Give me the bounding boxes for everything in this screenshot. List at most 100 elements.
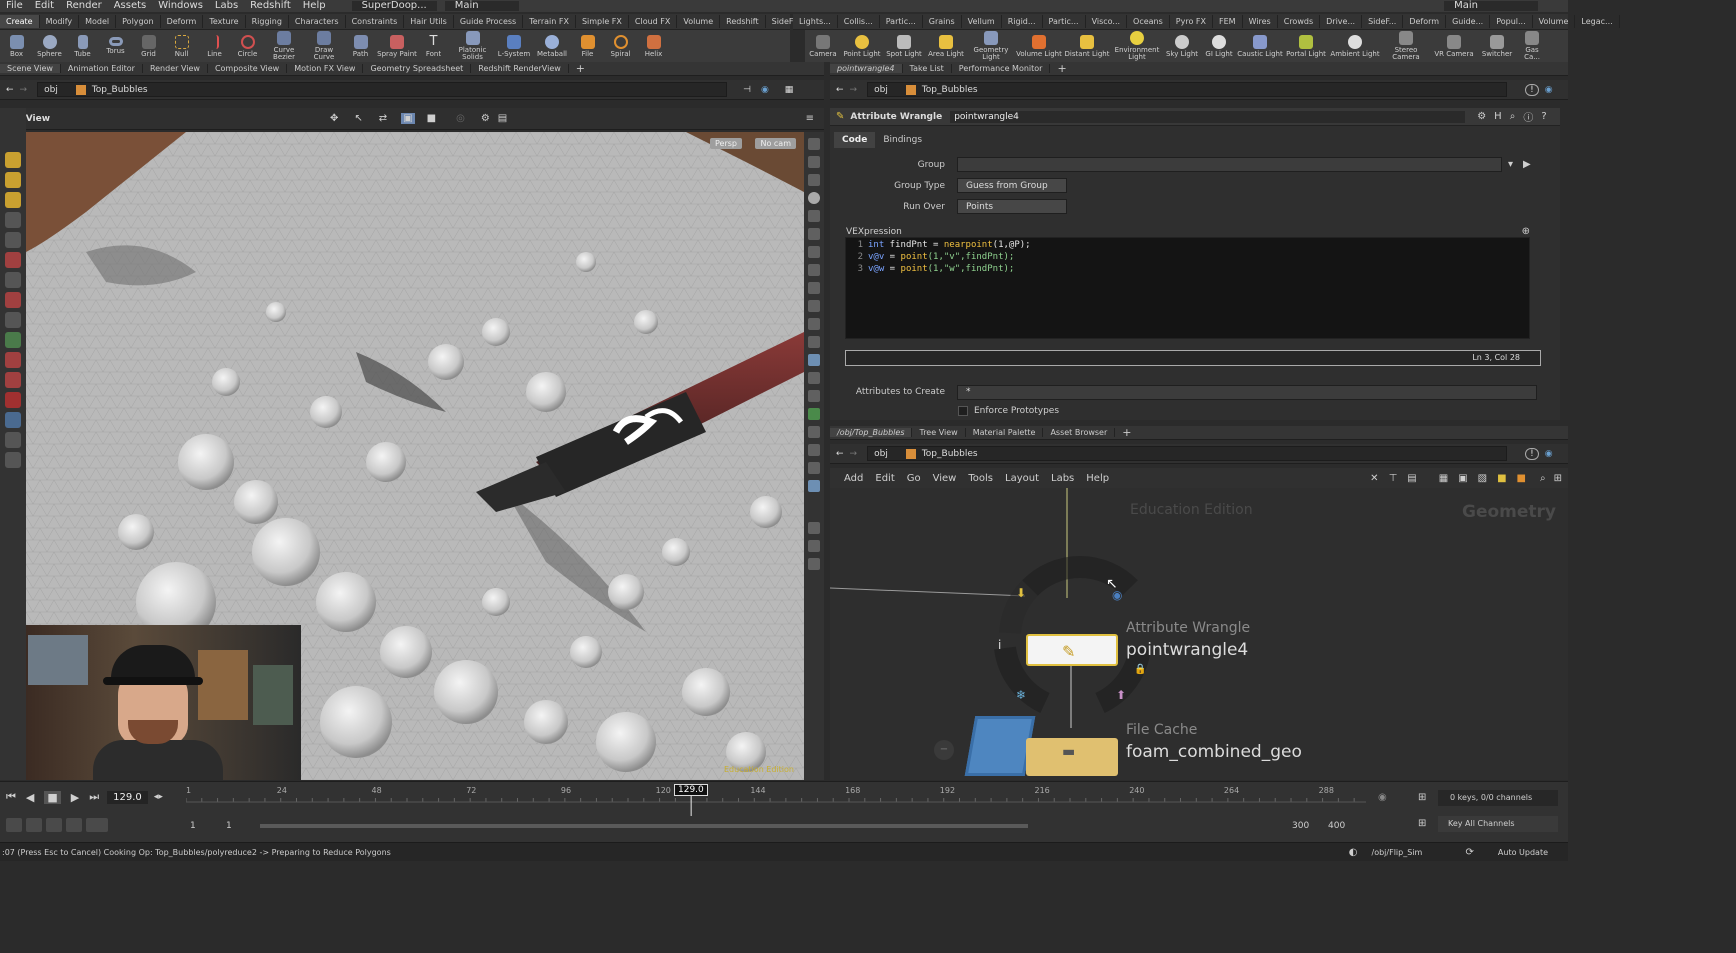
node-foam-combined-geo[interactable]: ▬	[1026, 738, 1118, 776]
tool-area-light[interactable]: Area Light	[925, 34, 967, 58]
group-type-select[interactable]: Guess from Group	[957, 178, 1067, 193]
paint-icon[interactable]	[5, 172, 21, 188]
hide-icon[interactable]	[808, 390, 820, 402]
tab-redshift-renderview[interactable]: Redshift RenderView	[471, 64, 569, 73]
pose-icon[interactable]	[5, 312, 21, 328]
lock-icon[interactable]	[5, 232, 21, 248]
tool-gas-camera[interactable]: Gas Ca...	[1517, 31, 1547, 61]
pointer-icon[interactable]	[5, 212, 21, 228]
tab-geometry-spreadsheet[interactable]: Geometry Spreadsheet	[363, 64, 472, 73]
shelf-tab[interactable]: Wires	[1243, 15, 1278, 28]
link-icon[interactable]: ◉	[1545, 449, 1553, 459]
note-icon[interactable]: ■	[1497, 473, 1506, 484]
minimize-icon[interactable]: −	[934, 740, 954, 760]
path-obj[interactable]: obj	[874, 449, 888, 459]
info-icon[interactable]: ⓘ	[1523, 109, 1533, 124]
layout-icon[interactable]	[808, 522, 820, 534]
path-node[interactable]: Top_Bubbles	[922, 449, 978, 459]
tool-helix[interactable]: Helix	[637, 34, 670, 58]
shading-icon[interactable]	[808, 156, 820, 168]
menu-redshift[interactable]: Redshift	[244, 1, 297, 11]
uv-icon[interactable]	[808, 318, 820, 330]
hip-icon[interactable]: H	[1494, 111, 1502, 122]
tab-scene-view[interactable]: Scene View	[0, 64, 61, 73]
magnet-snap-icon[interactable]	[5, 392, 21, 408]
start-frame-field[interactable]: 1	[190, 821, 196, 831]
shelf-tab[interactable]: SideF...	[1362, 15, 1404, 28]
bubble-icon[interactable]	[808, 192, 820, 204]
end-frame-field-2[interactable]: 400	[1328, 821, 1345, 831]
tool-file[interactable]: File	[571, 34, 604, 58]
add-tab-icon[interactable]: +	[1115, 426, 1138, 439]
forward-arrow-icon[interactable]: →	[850, 449, 858, 459]
shelf-tab[interactable]: Guide Process	[454, 15, 524, 28]
shelf-tab[interactable]: Rigid...	[1002, 15, 1043, 28]
tool-spot-light[interactable]: Spot Light	[883, 34, 925, 58]
link-icon[interactable]: ◉	[1545, 85, 1553, 95]
right-main-select[interactable]: Main	[1444, 1, 1538, 11]
template-icon[interactable]	[808, 336, 820, 348]
auto-update-select[interactable]: Auto Update	[1498, 848, 1548, 857]
info-flag-icon[interactable]: i	[998, 638, 1001, 652]
camera-menu[interactable]: No cam	[755, 138, 796, 149]
tool-box[interactable]: Box	[0, 34, 33, 58]
list-icon[interactable]: ▤	[1407, 473, 1416, 484]
back-arrow-icon[interactable]: ←	[6, 85, 14, 95]
render-region-icon[interactable]	[5, 452, 21, 468]
key-all-channels-button[interactable]: Key All Channels	[1438, 816, 1558, 832]
tool-lsystem[interactable]: L-System	[495, 34, 533, 58]
shelf-tab[interactable]: Partic...	[1043, 15, 1086, 28]
shelf-tab[interactable]: Collis...	[838, 15, 880, 28]
shelf-tab[interactable]: Model	[79, 15, 117, 28]
safe-area-icon[interactable]	[808, 426, 820, 438]
tab-network[interactable]: /obj/Top_Bubbles	[830, 428, 913, 437]
image-icon[interactable]: ▧	[1478, 473, 1487, 484]
tool-font[interactable]: T Font	[417, 34, 450, 58]
gear-tool-icon[interactable]	[5, 432, 21, 448]
tool-vr-camera[interactable]: VR Camera	[1431, 34, 1477, 58]
net-menu-go[interactable]: Go	[907, 473, 921, 484]
vex-options-icon[interactable]: ⊕	[1522, 226, 1530, 237]
select-mode-icon[interactable]	[5, 152, 21, 168]
tool-metaball[interactable]: Metaball	[533, 34, 571, 58]
timeline-ruler[interactable]: 1 24 48 72 96 120 144 168 192 216 240 264 288	[186, 784, 1366, 816]
handles-icon[interactable]	[5, 412, 21, 428]
redirect-icon[interactable]	[5, 252, 21, 268]
shelf-tab[interactable]: Pyro FX	[1170, 15, 1213, 28]
tool-switcher[interactable]: Switcher	[1477, 34, 1517, 58]
node-pointwrangle4[interactable]: ✎	[1026, 634, 1118, 666]
step-keys-icon[interactable]: ◂▸	[154, 792, 163, 802]
add-tab-icon[interactable]: +	[1050, 62, 1073, 75]
wire-tool-icon[interactable]: ✕	[1370, 473, 1378, 484]
sync-icon[interactable]: ⟳	[1466, 847, 1474, 858]
shelf-tab[interactable]: Create	[0, 15, 40, 28]
net-menu-tools[interactable]: Tools	[968, 473, 993, 484]
menu-file[interactable]: File	[0, 1, 29, 11]
help-circle-icon[interactable]: !	[1525, 83, 1539, 96]
menu-render[interactable]: Render	[60, 1, 108, 11]
view-tool-icon[interactable]	[5, 272, 21, 288]
viewport-menu-icon[interactable]: ≡	[806, 113, 814, 124]
point-numbers-icon[interactable]	[808, 282, 820, 294]
scale-icon[interactable]	[5, 372, 21, 388]
shelf-tab[interactable]: Popul...	[1490, 15, 1533, 28]
bypass-flag-icon[interactable]: ❄	[1016, 688, 1026, 702]
key-icon[interactable]: ⊞	[1418, 818, 1426, 829]
display-flag-icon[interactable]: ⬇	[1016, 586, 1026, 600]
group-field[interactable]	[957, 157, 1502, 172]
tool-null[interactable]: Null	[165, 34, 198, 58]
shelf-tab[interactable]: Constraints	[346, 15, 405, 28]
path-field[interactable]: obj Top_Bubbles	[37, 82, 728, 97]
add-tab-icon[interactable]: +	[569, 62, 592, 75]
magnet-icon[interactable]	[5, 352, 21, 368]
link-icon[interactable]: ◉	[761, 85, 769, 95]
tab-animation-editor[interactable]: Animation Editor	[61, 64, 143, 73]
menu-labs[interactable]: Labs	[209, 1, 244, 11]
ghost-icon[interactable]	[808, 210, 820, 222]
shelf-tab[interactable]: Grains	[923, 15, 962, 28]
shelf-tab[interactable]: Partic...	[880, 15, 923, 28]
back-arrow-icon[interactable]: ←	[836, 85, 844, 95]
enforce-checkbox[interactable]	[958, 406, 968, 416]
path-obj[interactable]: obj	[44, 85, 58, 95]
desktop-select[interactable]: SuperDoop...	[351, 1, 437, 11]
